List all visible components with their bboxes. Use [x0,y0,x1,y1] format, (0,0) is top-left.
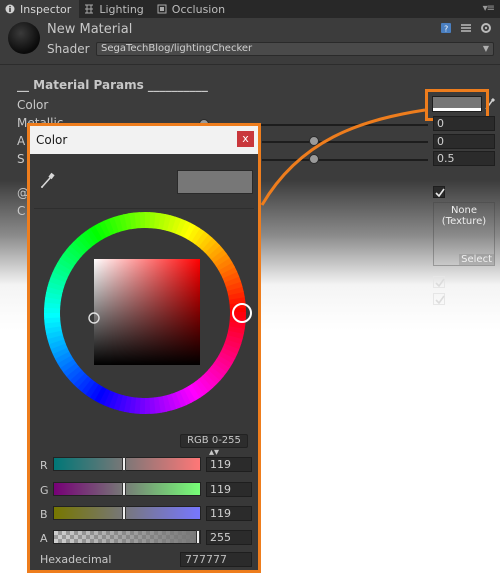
tab-menu-icon[interactable]: ▾≡ [483,3,495,14]
preset-icon[interactable] [460,22,472,34]
checkbox-faded-2[interactable] [433,293,445,305]
tab-occlusion-label: Occlusion [171,2,226,16]
alpha-gradient [54,531,200,543]
param-s-field[interactable]: 0.5 [433,151,495,166]
channel-g-handle[interactable] [122,482,126,496]
channel-a-slider[interactable] [53,530,201,544]
channel-a-label: A [40,532,48,545]
hex-label: Hexadecimal [40,553,112,566]
channel-b-label: B [40,508,48,521]
color-picker-window: Color x RGB 0-255 ▴▾ R 119 G 119 B 119 A… [27,123,261,573]
tab-inspector[interactable]: Inspector [0,0,80,18]
channel-b-slider[interactable] [53,506,201,520]
color-label: Color [17,98,49,112]
svg-text:?: ? [444,25,448,34]
param-s-label: S [17,152,25,166]
header-icons: ? [440,22,492,34]
metallic-field[interactable]: 0 [433,116,495,131]
channel-a-field[interactable]: 255 [206,530,252,545]
toggle-checkbox[interactable] [433,186,445,198]
param-s-slider-track[interactable] [262,159,428,161]
info-icon [5,4,15,14]
eyedropper-icon[interactable] [40,171,56,189]
texture-label: C [17,204,26,218]
lighting-icon [84,4,94,14]
param-a-slider-track[interactable] [262,141,428,143]
material-preview-sphere [8,22,40,54]
channel-a-handle[interactable] [196,530,200,544]
header-divider [0,64,500,65]
channel-g-label: G [40,484,49,497]
hex-field[interactable]: 777777 [180,552,252,567]
material-name: New Material [47,22,133,37]
param-a-label: A [17,134,26,148]
shader-dropdown[interactable]: SegaTechBlog/lightingChecker ▼ [96,42,494,56]
shader-label: Shader [47,42,90,56]
help-book-icon[interactable]: ? [440,22,452,34]
color-preview [177,170,253,194]
channel-r-handle[interactable] [122,457,126,471]
channel-r-label: R [40,459,48,472]
tab-lighting-label: Lighting [99,2,144,16]
channel-g-slider[interactable] [53,482,201,496]
shader-dropdown-value: SegaTechBlog/lightingChecker [101,43,253,54]
section-title: __ Material Params __________ [17,78,208,92]
texture-type: (Texture) [441,216,487,227]
checkbox-faded-1[interactable] [433,276,445,288]
texture-none: None [450,205,478,216]
hue-wheel[interactable] [36,204,254,422]
color-mode-dropdown[interactable]: RGB 0-255 ▴▾ [180,434,248,458]
channel-r-slider[interactable] [53,457,201,471]
occlusion-icon [157,4,167,14]
channel-g-field[interactable]: 119 [206,482,252,497]
param-s-slider-knob[interactable] [309,154,319,164]
texture-select-button[interactable]: Select [459,254,494,265]
value-gradient [94,259,200,365]
tab-lighting[interactable]: Lighting [79,0,151,18]
texture-slot[interactable]: None (Texture) Select [433,202,495,266]
tab-bar: Inspector Lighting Occlusion ▾≡ [0,0,500,18]
chevron-down-icon: ▼ [482,44,489,53]
param-a-field[interactable]: 0 [433,134,495,149]
channel-b-handle[interactable] [122,506,126,520]
tab-occlusion[interactable]: Occlusion [152,0,233,18]
param-a-slider-knob[interactable] [309,136,319,146]
channel-r-field[interactable]: 119 [206,457,252,472]
channel-b-field[interactable]: 119 [206,506,252,521]
color-picker-title: Color [30,126,258,154]
color-mode-label: RGB 0-255 [187,435,241,446]
gear-icon[interactable] [480,22,492,34]
tab-inspector-label: Inspector [20,2,72,16]
close-button[interactable]: x [237,131,254,147]
